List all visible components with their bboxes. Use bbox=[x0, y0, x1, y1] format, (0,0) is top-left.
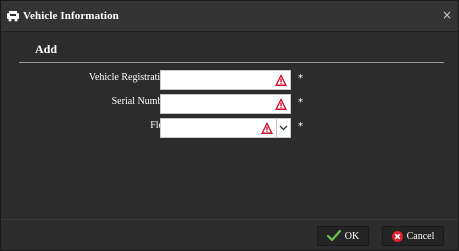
required-marker: * bbox=[298, 121, 303, 132]
ok-button-label: OK bbox=[344, 230, 360, 242]
vehicle-icon bbox=[6, 9, 20, 23]
required-marker: * bbox=[298, 97, 303, 108]
window-title: Vehicle Information bbox=[23, 10, 119, 22]
checkmark-icon bbox=[326, 230, 341, 242]
warning-icon bbox=[275, 98, 287, 110]
fleet-select-value[interactable] bbox=[161, 120, 263, 139]
dialog-window: Vehicle Information × Add Vehicle Regist… bbox=[0, 0, 459, 251]
cancel-button-label: Cancel bbox=[406, 230, 435, 242]
required-marker: * bbox=[298, 73, 303, 84]
dialog-footer: OK Cancel bbox=[1, 219, 458, 250]
form-panel: Add Vehicle Registration: * Serial Numbe… bbox=[19, 39, 444, 211]
form-row-vehicle-registration: Vehicle Registration: * bbox=[19, 70, 444, 91]
serial-number-field[interactable] bbox=[160, 94, 291, 115]
vehicle-registration-input[interactable] bbox=[161, 72, 277, 91]
title-bar[interactable]: Vehicle Information × bbox=[1, 1, 458, 32]
warning-icon bbox=[275, 74, 287, 86]
form-row-serial-number: Serial Number: * bbox=[19, 94, 444, 115]
ok-button[interactable]: OK bbox=[317, 226, 369, 246]
cancel-button[interactable]: Cancel bbox=[382, 226, 444, 246]
section-divider bbox=[19, 62, 444, 63]
warning-icon bbox=[261, 122, 273, 134]
form-row-fleet: Fleet: * bbox=[19, 118, 444, 139]
fleet-select[interactable] bbox=[160, 118, 277, 139]
vehicle-registration-field[interactable] bbox=[160, 70, 291, 91]
section-title: Add bbox=[35, 42, 58, 56]
serial-number-input[interactable] bbox=[161, 96, 277, 115]
fleet-dropdown-button[interactable] bbox=[277, 118, 291, 138]
chevron-down-icon bbox=[279, 125, 288, 131]
cancel-icon bbox=[391, 230, 403, 242]
close-button[interactable]: × bbox=[441, 9, 453, 21]
